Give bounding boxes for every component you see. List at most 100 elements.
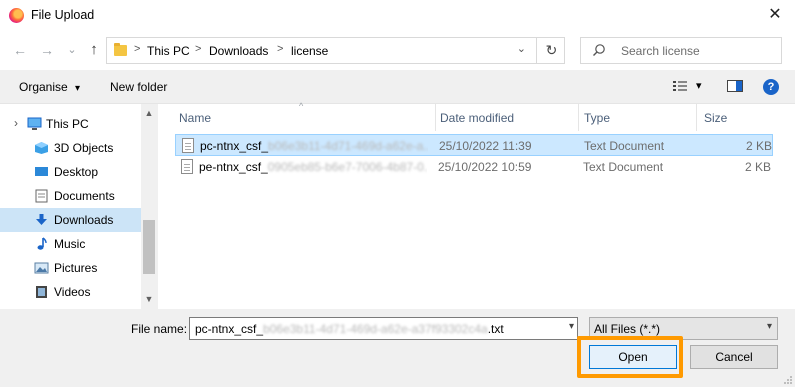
desktop-icon [35,167,48,176]
column-header-label: Name [179,111,212,125]
breadcrumb-downloads[interactable]: Downloads [209,44,268,58]
title-bar: File Upload ✕ [0,0,795,32]
file-name-label: File name: [131,322,188,336]
file-extension: .txt [487,322,504,336]
sidebar-scrollbar[interactable]: ▲ ▼ [141,104,157,309]
breadcrumb-this-pc[interactable]: This PC [147,44,190,58]
sidebar-item-label: Videos [54,285,91,299]
size-cell: 2 KB [745,160,772,174]
file-name-field[interactable]: pc-ntnx_csf_b06e3b11-4d71-469d-a62e-a37f… [189,317,578,340]
sidebar-item-music[interactable]: Music [0,232,141,256]
resize-grip-icon[interactable] [783,375,793,385]
preview-pane-icon[interactable] [726,78,744,94]
column-header-size[interactable]: Size [696,104,776,131]
recent-locations-dropdown-icon[interactable]: ⌄ [63,41,81,59]
chevron-down-icon: ▾ [766,321,772,332]
new-folder-button[interactable]: New folder [110,80,167,94]
firefox-icon [9,8,24,23]
music-note-icon [37,237,47,250]
file-name-text: pc-ntnx_csf_ [200,139,269,153]
view-options-icon[interactable] [672,78,690,94]
sidebar-item-label: 3D Objects [54,141,114,155]
close-icon[interactable]: ✕ [765,5,785,25]
table-row[interactable]: pc-ntnx_csf_b06e3b11-4d71-469d-a62e-a...… [175,134,773,156]
organise-button[interactable]: Organise ▾ [19,80,80,94]
sidebar-item-documents[interactable]: Documents [0,184,141,208]
view-dropdown-icon[interactable]: ▾ [696,79,702,92]
type-cell: Text Document [583,160,664,174]
computer-icon [27,117,42,130]
scroll-up-icon[interactable]: ▲ [143,108,155,118]
search-box[interactable]: Search license [580,37,782,64]
breadcrumb-separator[interactable]: > [277,43,283,55]
type-cell: Text Document [584,139,665,153]
file-type-select[interactable]: All Files (*.*) ▾ [589,317,778,340]
file-type-value: All Files (*.*) [594,322,661,336]
file-name-text: pe-ntnx_csf_ [199,160,268,174]
chevron-down-icon[interactable]: ▾ [569,321,574,332]
file-name-prefix: pc-ntnx_csf_ [195,322,264,336]
open-button[interactable]: Open [589,345,677,369]
up-arrow-icon[interactable]: ↑ [85,41,103,59]
refresh-icon[interactable]: ↻ [536,37,566,64]
column-header-type[interactable]: Type [578,104,696,131]
chevron-down-icon: ▾ [75,83,81,94]
scroll-down-icon[interactable]: ▼ [143,294,155,304]
navigation-pane: › This PC 3D Objects Desktop Documents D… [0,104,157,309]
pictures-icon [34,262,49,274]
cancel-button[interactable]: Cancel [690,345,778,369]
folder-icon [114,43,127,56]
file-name-cell: pe-ntnx_csf_0905eb85-b6e7-7006-4b87-0... [199,160,427,174]
file-name-value: pc-ntnx_csf_b06e3b11-4d71-469d-a62e-a37f… [195,322,504,336]
help-icon[interactable]: ? [763,79,779,95]
download-icon [36,214,47,225]
sidebar-item-videos[interactable]: Videos [0,280,141,304]
redacted-text: b06e3b11-4d71-469d-a62e-a... [268,139,428,153]
text-document-icon [181,159,193,174]
search-icon [593,44,605,56]
sidebar-item-downloads[interactable]: Downloads [0,208,141,232]
sidebar-item-pictures[interactable]: Pictures [0,256,141,280]
file-name-cell: pc-ntnx_csf_b06e3b11-4d71-469d-a62e-a... [200,139,428,153]
documents-icon [35,189,48,203]
dialog-footer: File name: pc-ntnx_csf_b06e3b11-4d71-469… [0,309,795,387]
column-header-label: Date modified [440,111,515,125]
sidebar-item-label: Documents [54,189,115,203]
videos-icon [36,286,47,298]
search-input[interactable]: Search license [621,44,700,58]
window-title: File Upload [31,8,95,22]
size-cell: 2 KB [746,139,773,153]
table-row[interactable]: pe-ntnx_csf_0905eb85-b6e7-7006-4b87-0...… [175,156,773,178]
sidebar-item-label: This PC [46,117,89,131]
navigation-bar: ← → ⌄ ↑ > This PC > Downloads > license … [0,32,795,70]
forward-arrow-icon[interactable]: → [38,41,56,59]
chevron-down-icon[interactable]: ⌄ [517,42,526,55]
text-document-icon [182,138,194,153]
column-header-label: Type [584,111,611,125]
sidebar-item-3d-objects[interactable]: 3D Objects [0,136,141,160]
date-cell: 25/10/2022 11:39 [439,139,532,153]
sidebar-item-label: Music [54,237,86,251]
breadcrumb-separator[interactable]: > [134,43,140,55]
back-arrow-icon[interactable]: ← [11,41,29,59]
organise-label: Organise [19,80,68,94]
date-cell: 25/10/2022 10:59 [438,160,532,174]
sidebar-item-label: Desktop [54,165,99,179]
command-bar: Organise ▾ New folder ▾ ? [0,70,795,104]
expand-chevron-icon[interactable]: › [14,116,18,130]
address-bar[interactable]: > This PC > Downloads > license ⌄ [106,37,565,64]
breadcrumb-separator[interactable]: > [195,43,201,55]
breadcrumb-license[interactable]: license [291,44,328,58]
column-header-label: Size [704,111,728,125]
sidebar-item-label: Downloads [54,213,114,227]
file-list: ^ Name Date modified Type Size pc-ntnx_c… [157,101,795,309]
sidebar-item-this-pc[interactable]: › This PC [0,112,141,136]
sidebar-item-desktop[interactable]: Desktop [0,160,141,184]
scrollbar-thumb[interactable] [143,220,155,274]
cube-icon [35,142,48,154]
sidebar-item-label: Pictures [54,261,98,275]
column-header-name[interactable]: Name [158,104,435,131]
column-header-date-modified[interactable]: Date modified [435,104,578,131]
redacted-text: 0905eb85-b6e7-7006-4b87-0... [267,160,427,174]
redacted-text: b06e3b11-4d71-469d-a62e-a37f93302c4a [263,322,488,336]
